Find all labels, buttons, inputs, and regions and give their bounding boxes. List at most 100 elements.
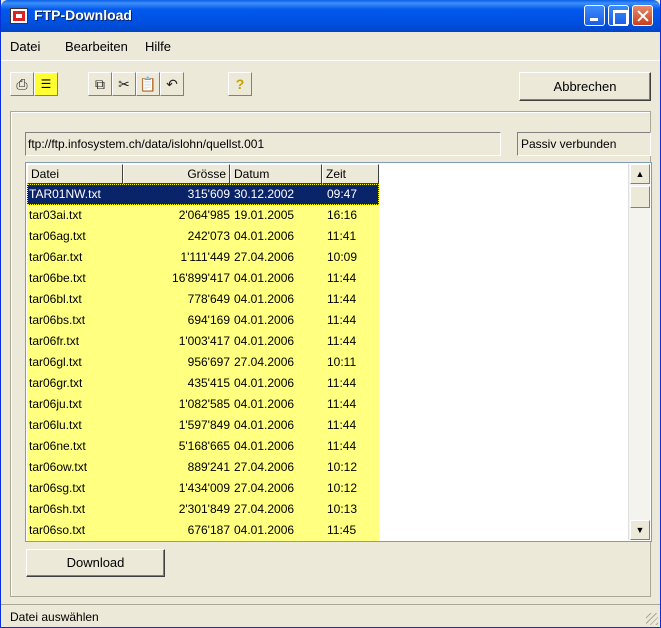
file-date-cell: 19.01.2005	[234, 208, 295, 222]
table-row[interactable]: tar06so.txt 676'187 04.01.2006 11:45	[27, 520, 379, 541]
menu-hilfe[interactable]: Hilfe	[145, 39, 171, 54]
file-name-cell: tar06sh.txt	[29, 502, 86, 516]
file-time-cell: 09:47	[327, 187, 358, 201]
table-row[interactable]: tar06gr.txt 435'415 04.01.2006 11:44	[27, 373, 379, 394]
file-name-cell: tar03ai.txt	[29, 208, 82, 222]
file-name-cell: tar06gl.txt	[29, 355, 82, 369]
cancel-button[interactable]: Abbrechen	[519, 72, 651, 101]
file-size-cell: 435'415	[187, 376, 230, 390]
file-time-cell: 10:12	[327, 481, 358, 495]
status-bar: Datei auswählen	[1, 604, 660, 627]
file-time-cell: 11:44	[327, 292, 357, 306]
file-name-cell: tar06so.txt	[29, 523, 86, 537]
file-size-cell: 2'064'985	[178, 208, 230, 222]
file-name-cell: tar06ow.txt	[29, 460, 88, 474]
file-time-cell: 10:12	[327, 460, 358, 474]
connection-status: Passiv verbunden	[517, 132, 651, 156]
file-date-cell: 04.01.2006	[234, 334, 295, 348]
table-row[interactable]: TAR01NW.txt 315'609 30.12.2002 09:47	[27, 184, 379, 205]
menu-bar: Datei Bearbeiten Hilfe	[1, 32, 660, 60]
column-header-zeit[interactable]: Zeit	[322, 164, 379, 184]
file-size-cell: 242'073	[187, 229, 230, 243]
file-date-cell: 04.01.2006	[234, 292, 295, 306]
file-size-cell: 1'003'417	[178, 334, 230, 348]
column-header-groesse[interactable]: Grösse	[123, 164, 230, 184]
table-row[interactable]: tar06ne.txt 5'168'665 04.01.2006 11:44	[27, 436, 379, 457]
file-list[interactable]: Datei Grösse Datum Zeit TAR01NW.txt 315'6…	[25, 162, 652, 542]
file-time-cell: 11:44	[327, 313, 357, 327]
help-icon[interactable]: ?	[228, 72, 252, 96]
file-date-cell: 04.01.2006	[234, 523, 295, 537]
file-size-cell: 5'168'665	[178, 439, 230, 453]
file-name-cell: tar06ar.txt	[29, 250, 83, 264]
file-size-cell: 1'111'449	[180, 250, 230, 264]
list-header: Datei Grösse Datum Zeit	[27, 164, 379, 184]
file-rows: TAR01NW.txt 315'609 30.12.2002 09:47 tar03ai…	[27, 184, 379, 541]
file-name-cell: tar06bl.txt	[29, 292, 82, 306]
close-button[interactable]	[632, 5, 653, 26]
file-time-cell: 11:44	[327, 376, 357, 390]
table-row[interactable]: tar06sh.txt 2'301'849 27.04.2006 10:13	[27, 499, 379, 520]
file-time-cell: 11:41	[327, 229, 357, 243]
file-time-cell: 10:11	[327, 355, 357, 369]
copy-icon[interactable]: ⧉	[88, 72, 112, 96]
file-date-cell: 04.01.2006	[234, 229, 295, 243]
column-header-datei[interactable]: Datei	[27, 164, 123, 184]
minimize-button[interactable]	[584, 5, 605, 26]
file-size-cell: 2'301'849	[178, 502, 230, 516]
file-size-cell: 315'609	[187, 187, 230, 201]
scroll-down-icon[interactable]: ▼	[630, 520, 650, 540]
window-title: FTP-Download	[34, 7, 132, 23]
file-name-cell: tar06lu.txt	[29, 418, 82, 432]
table-row[interactable]: tar06ow.txt 889'241 27.04.2006 10:12	[27, 457, 379, 478]
resize-grip-icon[interactable]	[646, 613, 658, 625]
file-name-cell: tar06ne.txt	[29, 439, 86, 453]
download-button[interactable]: Download	[26, 549, 165, 577]
table-row[interactable]: tar06sg.txt 1'434'009 27.04.2006 10:12	[27, 478, 379, 499]
menu-datei[interactable]: Datei	[10, 39, 40, 54]
file-date-cell: 04.01.2006	[234, 271, 295, 285]
file-time-cell: 11:44	[327, 439, 357, 453]
cut-icon[interactable]: ✂	[112, 72, 136, 96]
file-time-cell: 11:44	[327, 397, 357, 411]
vertical-scrollbar[interactable]: ▲ ▼	[628, 164, 650, 540]
table-row[interactable]: tar06be.txt 16'899'417 04.01.2006 11:44	[27, 268, 379, 289]
file-time-cell: 10:09	[327, 250, 358, 264]
file-time-cell: 10:13	[327, 502, 358, 516]
scroll-up-icon[interactable]: ▲	[630, 164, 650, 184]
table-row[interactable]: tar03ai.txt 2'064'985 19.01.2005 16:16	[27, 205, 379, 226]
ftp-url-field: ftp://ftp.infosystem.ch/data/islohn/quel…	[25, 132, 501, 156]
file-date-cell: 27.04.2006	[234, 481, 295, 495]
file-date-cell: 04.01.2006	[234, 418, 295, 432]
table-row[interactable]: tar06bl.txt 778'649 04.01.2006 11:44	[27, 289, 379, 310]
scroll-thumb[interactable]	[630, 186, 650, 208]
paste-icon[interactable]: 📋	[136, 72, 160, 96]
table-row[interactable]: tar06gl.txt 956'697 27.04.2006 10:11	[27, 352, 379, 373]
undo-icon[interactable]: ↶	[160, 72, 184, 96]
app-icon	[10, 8, 28, 24]
file-name-cell: tar06ju.txt	[29, 397, 82, 411]
menu-bearbeiten[interactable]: Bearbeiten	[65, 39, 128, 54]
title-bar[interactable]: FTP-Download	[1, 0, 660, 32]
table-row[interactable]: tar06bs.txt 694'169 04.01.2006 11:44	[27, 310, 379, 331]
file-name-cell: tar06sg.txt	[29, 481, 86, 495]
table-row[interactable]: tar06lu.txt 1'597'849 04.01.2006 11:44	[27, 415, 379, 436]
printer-icon[interactable]: ⎙	[10, 72, 34, 96]
file-size-cell: 889'241	[187, 460, 230, 474]
file-time-cell: 11:44	[327, 334, 357, 348]
column-header-datum[interactable]: Datum	[230, 164, 322, 184]
file-size-cell: 778'649	[187, 292, 230, 306]
table-row[interactable]: tar06fr.txt 1'003'417 04.01.2006 11:44	[27, 331, 379, 352]
file-name-cell: tar06be.txt	[29, 271, 86, 285]
file-size-cell: 1'082'585	[178, 397, 230, 411]
file-date-cell: 30.12.2002	[234, 187, 295, 201]
file-name-cell: tar06bs.txt	[29, 313, 86, 327]
maximize-button[interactable]	[608, 5, 629, 26]
file-name-cell: TAR01NW.txt	[29, 187, 101, 201]
file-name-cell: tar06ag.txt	[29, 229, 86, 243]
table-row[interactable]: tar06ag.txt 242'073 04.01.2006 11:41	[27, 226, 379, 247]
ftp-download-window: FTP-Download Datei Bearbeiten Hilfe ⎙ ☰ …	[0, 0, 661, 628]
table-row[interactable]: tar06ju.txt 1'082'585 04.01.2006 11:44	[27, 394, 379, 415]
table-row[interactable]: tar06ar.txt 1'111'449 27.04.2006 10:09	[27, 247, 379, 268]
note-icon[interactable]: ☰	[34, 72, 58, 96]
